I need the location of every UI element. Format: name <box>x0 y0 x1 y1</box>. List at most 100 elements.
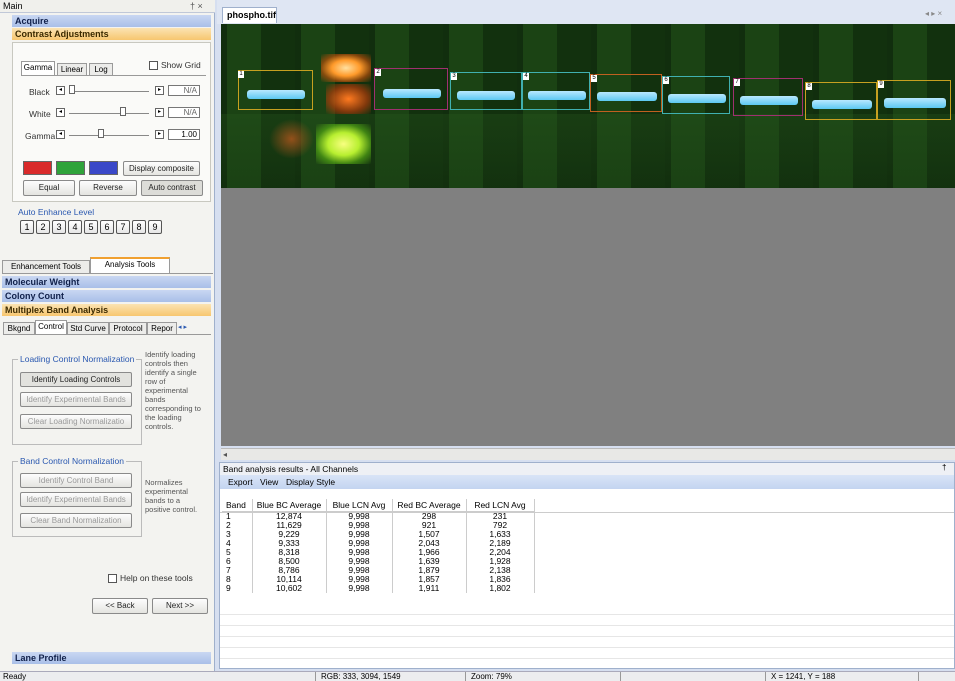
reverse-button[interactable]: Reverse <box>79 180 137 196</box>
band-2 <box>383 89 441 98</box>
black-right-arrow-icon[interactable]: ▸ <box>155 86 164 95</box>
level-8-button[interactable]: 8 <box>132 220 146 234</box>
tab-phospho[interactable]: phospho.tif <box>222 7 277 23</box>
gamma-left-arrow-icon[interactable]: ◂ <box>56 130 65 139</box>
band-box-8[interactable]: 8 <box>805 82 877 120</box>
tab-bkgnd[interactable]: Bkgnd <box>3 322 35 334</box>
tab-log[interactable]: Log <box>89 63 113 75</box>
level-3-button[interactable]: 3 <box>52 220 66 234</box>
white-value[interactable]: N/A <box>168 107 200 118</box>
table-row[interactable]: 8 10,114 9,998 1,857 1,836 <box>222 574 535 584</box>
band-box-9[interactable]: 9 <box>877 80 951 120</box>
band-box-6[interactable]: 6 <box>662 76 730 114</box>
identify-experimental-bands-button[interactable]: Identify Experimental Bands <box>20 392 132 407</box>
white-left-arrow-icon[interactable]: ◂ <box>56 108 65 117</box>
clear-loading-normalization-button[interactable]: Clear Loading Normalizatio <box>20 414 132 429</box>
red-channel-swatch[interactable] <box>23 161 52 175</box>
black-value[interactable]: N/A <box>168 85 200 96</box>
table-cell: 1,802 <box>466 583 535 593</box>
colony-count-header[interactable]: Colony Count <box>2 290 211 302</box>
equal-button[interactable]: Equal <box>23 180 75 196</box>
identify-control-band-button[interactable]: Identify Control Band <box>20 473 132 488</box>
molecular-weight-header[interactable]: Molecular Weight <box>2 276 211 288</box>
auto-contrast-button[interactable]: Auto contrast <box>141 180 203 196</box>
col-red-lcn[interactable]: Red LCN Avg <box>466 499 535 512</box>
menu-view[interactable]: View <box>260 475 278 489</box>
level-4-button[interactable]: 4 <box>68 220 82 234</box>
multiplex-header[interactable]: Multiplex Band Analysis <box>2 304 211 316</box>
blue-channel-swatch[interactable] <box>89 161 118 175</box>
doc-nav-icon[interactable]: ◂ ▸ × <box>925 9 942 18</box>
tab-report[interactable]: Repor <box>147 322 177 334</box>
level-7-button[interactable]: 7 <box>116 220 130 234</box>
status-sep-1 <box>315 672 316 681</box>
white-right-arrow-icon[interactable]: ▸ <box>155 108 164 117</box>
level-9-button[interactable]: 9 <box>148 220 162 234</box>
gel-image[interactable]: 1 2 3 4 5 6 7 8 9 <box>221 24 955 188</box>
table-row[interactable]: 9 10,602 9,998 1,911 1,802 <box>222 583 535 593</box>
white-slider[interactable] <box>69 113 149 114</box>
black-slider[interactable] <box>69 91 149 92</box>
tab-control[interactable]: Control <box>35 320 67 334</box>
menu-display-style[interactable]: Display Style <box>286 475 335 489</box>
tab-scroll-arrows-icon[interactable]: ◂ ▸ <box>178 322 208 334</box>
band-box-3[interactable]: 3 <box>450 72 522 110</box>
identify-experimental-bands-2-button[interactable]: Identify Experimental Bands <box>20 492 132 507</box>
black-left-arrow-icon[interactable]: ◂ <box>56 86 65 95</box>
gamma-value[interactable]: 1.00 <box>168 129 200 140</box>
gamma-slider[interactable] <box>69 135 149 136</box>
table-row[interactable]: 4 9,333 9,998 2,043 2,189 <box>222 538 535 548</box>
contrast-header[interactable]: Contrast Adjustments <box>12 28 211 40</box>
next-button[interactable]: Next >> <box>152 598 208 614</box>
lane-profile-header[interactable]: Lane Profile <box>12 652 211 664</box>
show-grid-checkbox[interactable] <box>149 61 158 70</box>
band-box-4[interactable]: 4 <box>522 72 590 110</box>
horizontal-scrollbar[interactable]: ◂ <box>221 448 955 460</box>
help-checkbox[interactable] <box>108 574 117 583</box>
scroll-left-arrow-icon[interactable]: ◂ <box>223 450 227 459</box>
menu-export[interactable]: Export <box>228 475 253 489</box>
table-row[interactable]: 5 8,318 9,998 1,966 2,204 <box>222 547 535 557</box>
gamma-slider-thumb[interactable] <box>98 129 104 138</box>
identify-loading-controls-button[interactable]: Identify Loading Controls <box>20 372 132 387</box>
tab-enhancement-tools[interactable]: Enhancement Tools <box>2 260 90 273</box>
acquire-header[interactable]: Acquire <box>12 15 211 27</box>
marker-band-yellow <box>316 124 371 164</box>
display-composite-button[interactable]: Display composite <box>123 161 200 176</box>
back-button[interactable]: << Back <box>92 598 148 614</box>
tab-analysis-tools[interactable]: Analysis Tools <box>90 257 170 273</box>
level-1-button[interactable]: 1 <box>20 220 34 234</box>
image-canvas-background <box>221 188 955 446</box>
clear-band-normalization-button[interactable]: Clear Band Normalization <box>20 513 132 528</box>
results-pin-icon[interactable]: † <box>942 463 946 472</box>
table-row[interactable]: 6 8,500 9,998 1,639 1,928 <box>222 556 535 566</box>
table-cell: 10,602 <box>252 583 327 593</box>
band-number-1: 1 <box>238 71 244 78</box>
col-band[interactable]: Band <box>222 499 253 512</box>
table-row[interactable]: 1 12,874 9,998 298 231 <box>222 511 535 521</box>
table-row[interactable]: 7 8,786 9,998 1,879 2,138 <box>222 565 535 575</box>
results-title: Band analysis results - All Channels <box>220 463 954 475</box>
status-sep-5 <box>918 672 919 681</box>
black-slider-thumb[interactable] <box>69 85 75 94</box>
band-box-5[interactable]: 5 <box>590 74 662 112</box>
col-blue-bc[interactable]: Blue BC Average <box>252 499 327 512</box>
level-5-button[interactable]: 5 <box>84 220 98 234</box>
green-channel-swatch[interactable] <box>56 161 85 175</box>
level-6-button[interactable]: 6 <box>100 220 114 234</box>
tab-linear[interactable]: Linear <box>57 63 87 75</box>
gamma-right-arrow-icon[interactable]: ▸ <box>155 130 164 139</box>
tab-std-curve[interactable]: Std Curve <box>67 322 109 334</box>
tab-gamma[interactable]: Gamma <box>21 61 55 75</box>
level-2-button[interactable]: 2 <box>36 220 50 234</box>
panel-pin-close-icon[interactable]: † × <box>190 1 203 11</box>
tab-protocol[interactable]: Protocol <box>109 322 147 334</box>
band-box-7[interactable]: 7 <box>733 78 803 116</box>
band-box-2[interactable]: 2 <box>374 68 448 110</box>
table-row[interactable]: 2 11,629 9,998 921 792 <box>222 520 535 530</box>
col-blue-lcn[interactable]: Blue LCN Avg <box>326 499 393 512</box>
band-box-1[interactable]: 1 <box>238 70 313 110</box>
table-row[interactable]: 3 9,229 9,998 1,507 1,633 <box>222 529 535 539</box>
col-red-bc[interactable]: Red BC Average <box>392 499 467 512</box>
white-slider-thumb[interactable] <box>120 107 126 116</box>
